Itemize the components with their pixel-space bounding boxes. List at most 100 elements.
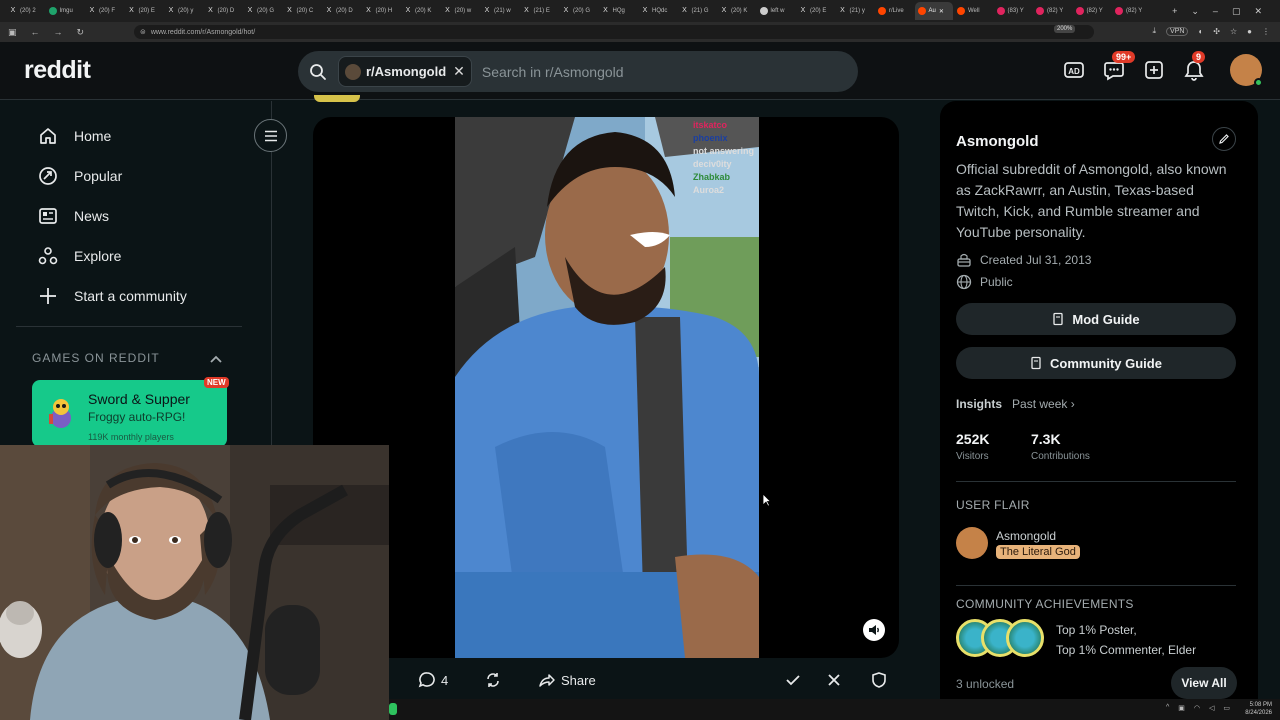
remove-button[interactable] [825,671,843,689]
sidebar-item-home[interactable]: Home [38,126,111,146]
chat-button[interactable]: 99+ [1102,51,1136,82]
zoom-indicator[interactable]: 200% [1054,25,1076,33]
games-section-heading[interactable]: GAMES ON REDDIT [32,351,160,365]
browser-tab[interactable]: left w [757,2,795,20]
sidebar-item-explore[interactable]: Explore [38,246,121,266]
browser-tab[interactable]: X (20) G [243,2,281,20]
search-bar[interactable]: r/Asmongold ✕ Search in r/Asmongold [298,51,858,92]
x-logo-icon: X [642,7,648,14]
comments-button[interactable]: 4 [418,671,448,689]
achievement-badges[interactable] [956,619,1044,659]
browser-tab[interactable]: X (21) E [520,2,558,20]
browser-tab[interactable]: r/Live [875,2,913,20]
sidebar-item-start-community[interactable]: Start a community [38,286,187,306]
globe-icon [956,274,972,290]
x-logo-icon: X [524,7,529,14]
tab-label: (21) y [849,8,865,14]
puzzle-icon[interactable]: ✣ [1213,27,1220,36]
flair-tag[interactable]: The Literal God [996,545,1080,559]
sidebar-item-news[interactable]: News [38,206,109,226]
edit-community-button[interactable] [1212,127,1236,151]
browser-tab[interactable]: X (21) G [678,2,716,20]
user-avatar[interactable] [1230,54,1263,87]
browser-tab[interactable]: X (20) C [283,2,321,20]
download-icon[interactable]: ⤓ [1152,26,1156,36]
url-field[interactable]: ⊜ www.reddit.com/r/Asmongold/hot/ [134,25,1094,39]
crosspost-button[interactable] [484,671,502,689]
browser-tab[interactable]: (82) Y [1033,2,1071,20]
browser-tab[interactable]: X (20) 2 [6,2,44,20]
community-search-chip[interactable]: r/Asmongold ✕ [338,56,472,87]
battery-icon[interactable]: ▭ [1223,704,1230,712]
browser-tab[interactable]: X (20) K [401,2,439,20]
create-post-button[interactable] [1142,58,1166,82]
browser-tab[interactable]: X (21) y [836,2,874,20]
profile-icon[interactable]: ● [1247,27,1252,36]
search-input[interactable]: Search in r/Asmongold [482,64,624,80]
extension-icon[interactable]: ◐ [1198,27,1203,36]
browser-tab[interactable]: Imgu [46,2,84,20]
browser-tab[interactable]: (82) Y [1073,2,1111,20]
browser-tab[interactable]: (82) Y [1112,2,1150,20]
chevron-right-icon: › [1070,397,1075,411]
browser-tab[interactable]: X HQdc [638,2,676,20]
site-info-icon[interactable]: ⊜ [140,28,146,36]
browser-tab[interactable]: X (20) D [322,2,360,20]
browser-tab[interactable]: X (20) E [796,2,834,20]
browser-tab[interactable]: Au ✕ [914,2,953,20]
forward-button[interactable]: → [54,27,63,38]
browser-tab[interactable]: X HQg [599,2,637,20]
mod-shield-button[interactable] [870,671,888,689]
system-clock[interactable]: 5:08 PM 8/24/2026 [1245,701,1272,717]
back-button[interactable]: ← [31,27,40,38]
vpn-button[interactable]: VPN [1166,26,1189,36]
browser-tab[interactable]: X (20) y [164,2,202,20]
menu-icon[interactable]: ⋮ [1262,27,1270,36]
new-tab-button[interactable]: + [1172,6,1177,16]
reload-button[interactable]: ↻ [77,27,85,38]
chat-overlay: itskatco phoenix not answering deciv0ity… [693,119,759,197]
browser-tab[interactable]: X (20) H [362,2,400,20]
post-video[interactable]: itskatco phoenix not answering deciv0ity… [455,117,759,658]
maximize-button[interactable]: ▢ [1232,6,1241,17]
wifi-icon[interactable]: ◠ [1194,704,1200,712]
sidebar-toggle-icon[interactable]: ▣ [8,27,17,38]
game-card-sword-supper[interactable]: Sword & Supper Froggy auto-RPG! 119K mon… [32,380,227,447]
mod-guide-button[interactable]: Mod Guide [956,303,1236,335]
bookmark-icon[interactable]: ☆ [1230,27,1237,36]
close-tab-icon[interactable]: ✕ [939,8,944,15]
browser-tab[interactable]: X (20) D [204,2,242,20]
notifications-button[interactable]: 9 [1182,51,1206,82]
post-media-frame[interactable]: itskatco phoenix not answering deciv0ity… [313,117,899,658]
browser-tab[interactable]: X (20) E [125,2,163,20]
share-button[interactable]: Share [538,671,596,689]
red-favicon-icon [1036,7,1044,15]
reddit-logo[interactable]: reddit [24,56,91,85]
view-all-button[interactable]: View All [1171,667,1237,699]
browser-tab[interactable]: X (20) K [717,2,755,20]
browser-tab[interactable]: Well [954,2,992,20]
close-window-button[interactable]: ✕ [1254,6,1262,17]
chip-remove-icon[interactable]: ✕ [453,63,465,80]
red-favicon-icon [996,7,1005,15]
browser-tab[interactable]: X (20) G [559,2,597,20]
minimize-button[interactable]: – [1213,6,1218,16]
community-guide-button[interactable]: Community Guide [956,347,1236,379]
approve-button[interactable] [784,671,802,689]
tab-search-icon[interactable]: ⌄ [1191,6,1199,17]
tray-chevron-icon[interactable]: ^ [1166,704,1169,712]
browser-tab[interactable]: X (20) F [85,2,123,20]
advertise-button[interactable]: AD [1062,58,1086,82]
insights-period[interactable]: Past week › [1012,397,1075,411]
insights-row[interactable]: Insights Past week › [956,397,1075,411]
mute-button[interactable] [863,619,885,641]
browser-tab[interactable]: X (21) w [480,2,518,20]
volume-icon[interactable]: ◁ [1209,704,1214,712]
browser-tab[interactable]: X (20) w [441,2,479,20]
chevron-up-icon[interactable] [209,351,223,369]
browser-tab[interactable]: (83) Y [994,2,1032,20]
tray-app-icon[interactable]: ▣ [1178,704,1185,712]
tab-label: Imgu [59,8,73,14]
app-tray-icon[interactable] [389,703,397,715]
sidebar-item-popular[interactable]: Popular [38,166,122,186]
